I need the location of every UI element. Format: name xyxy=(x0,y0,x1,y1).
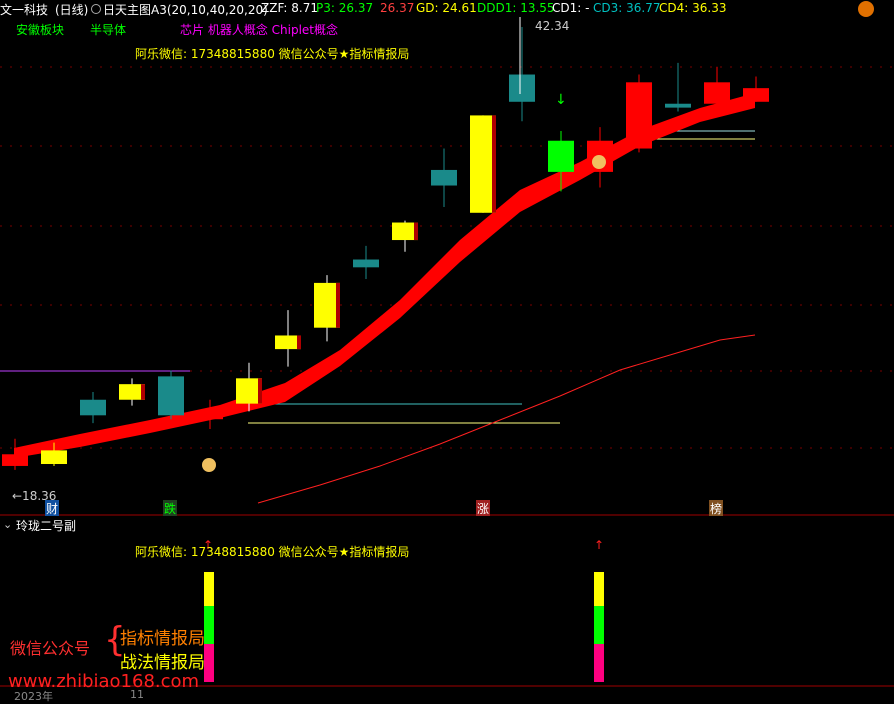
marker-cai: 财 xyxy=(45,500,60,517)
p3-value: P3: 26.37 xyxy=(316,1,374,15)
signal-bar xyxy=(204,572,214,606)
money-bag-icon xyxy=(592,155,606,169)
candle-body xyxy=(626,82,652,149)
candle-body xyxy=(743,88,769,102)
candle-body xyxy=(548,140,574,172)
candle-shadow xyxy=(258,378,262,404)
axis-year: 2023年 xyxy=(14,690,53,703)
candle-body xyxy=(353,259,379,268)
signal-bar xyxy=(594,606,604,644)
brand-line2: 战法情报局 xyxy=(120,653,205,673)
green-down-arrow-icon: ↓ xyxy=(555,92,567,108)
stock-name[interactable]: 文一科技 xyxy=(0,1,48,18)
candle-shadow xyxy=(414,222,418,241)
candle-shadow xyxy=(336,282,340,328)
indicator-name[interactable]: 日天主图A3(20,10,40,20,20) xyxy=(103,1,268,18)
marker-die: 跌 xyxy=(163,500,178,517)
main-chart-canvas: ↓↑ ↑ xyxy=(0,17,894,687)
gd-value: GD: 24.61 xyxy=(416,1,477,15)
zzf-value: ZZF: 8.71 xyxy=(261,1,318,15)
marker-bang: 榜 xyxy=(709,500,724,517)
candle-body xyxy=(431,169,457,186)
concept-chip[interactable]: 芯片 机器人概念 Chiplet概念 xyxy=(180,21,338,38)
candle-body xyxy=(80,399,106,416)
signal-bar xyxy=(594,572,604,606)
candle-body xyxy=(158,376,184,416)
candle-shadow xyxy=(141,384,145,400)
candle-shadow xyxy=(297,335,301,350)
period-label[interactable]: (日线) xyxy=(55,1,88,18)
candle-body xyxy=(665,103,691,108)
cd3-value: CD3: 36.77 xyxy=(593,1,661,15)
signal-bar xyxy=(594,644,604,682)
sub-panel-watermark: 阿乐微信: 17348815880 微信公众号★指标情报局 xyxy=(135,545,410,559)
brand-line1: 指标情报局 xyxy=(120,629,205,649)
candle-shadow xyxy=(492,115,496,213)
watermark-top: 阿乐微信: 17348815880 微信公众号★指标情报局 xyxy=(135,47,410,61)
cd4-value: CD4: 36.33 xyxy=(659,1,727,15)
money-bag-icon xyxy=(202,458,216,472)
cd1-value: CD1: - xyxy=(552,1,590,15)
marker-zhang: 涨 xyxy=(476,500,491,517)
sub-panel-dropdown-icon[interactable]: ⌄ xyxy=(3,518,12,531)
p-red-value: 26.37 xyxy=(380,1,415,15)
candle-body xyxy=(2,454,28,466)
concept-anhui[interactable]: 安徽板块 xyxy=(16,21,64,38)
indicator-dropdown-icon[interactable] xyxy=(91,4,101,14)
candle-body xyxy=(509,74,535,102)
high-price-label: 42.34 xyxy=(535,19,570,33)
signal-bar xyxy=(204,606,214,644)
ddd1-value: DDD1: 13.55 xyxy=(477,1,555,15)
candle-body xyxy=(704,82,730,104)
candle-body xyxy=(41,450,67,465)
sub-panel-header xyxy=(0,516,894,534)
sub-panel-title[interactable]: 玲珑二号副 xyxy=(16,517,76,534)
signal-up-arrow-icon: ↑ xyxy=(594,538,604,552)
axis-month: 11 xyxy=(130,688,144,701)
candle-body xyxy=(197,411,223,420)
concept-semiconductor[interactable]: 半导体 xyxy=(90,21,126,38)
signal-bar xyxy=(204,644,214,682)
settings-icon[interactable] xyxy=(858,1,874,17)
brand-left: 微信公众号 xyxy=(10,639,91,658)
